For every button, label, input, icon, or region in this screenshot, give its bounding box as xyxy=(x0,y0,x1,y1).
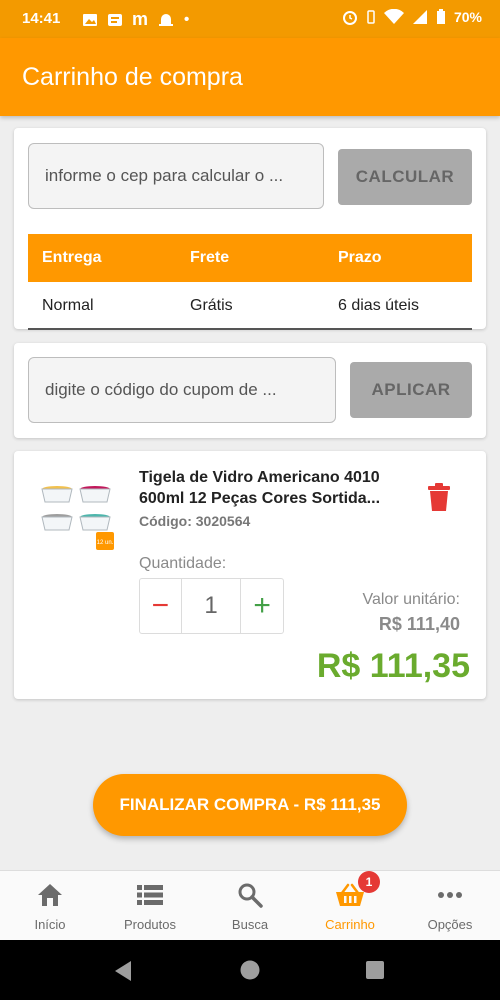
header-freight: Frete xyxy=(190,249,230,266)
product-thumbnail[interactable]: 12 un. xyxy=(40,484,116,554)
delete-item-icon[interactable] xyxy=(428,483,450,511)
app-m-icon: m xyxy=(132,9,149,29)
nav-label-cart: Carrinho xyxy=(325,917,375,932)
list-icon xyxy=(137,885,163,905)
shipping-table-header: Entrega Frete Prazo xyxy=(28,234,472,282)
shipping-option-row[interactable]: Normal Grátis 6 dias úteis xyxy=(28,282,472,330)
product-code: Código: 3020564 xyxy=(139,513,251,529)
status-bar: 14:41 m • 70% xyxy=(0,0,500,38)
deadline-value: 6 dias úteis xyxy=(338,297,419,314)
thumbnail-tag: 12 un. xyxy=(97,540,114,546)
more-icon xyxy=(438,892,462,898)
signal-icon xyxy=(412,10,427,24)
coupon-card: digite o código do cupom de ... APLICAR xyxy=(14,343,486,438)
alarm-icon xyxy=(342,11,357,25)
header-deadline: Prazo xyxy=(338,249,382,266)
image-icon xyxy=(83,13,97,26)
nav-label-home: Início xyxy=(34,917,66,932)
finalize-purchase-button[interactable]: FINALIZAR COMPRA - R$ 111,35 xyxy=(93,774,407,836)
notification-bell-icon xyxy=(159,14,174,26)
quantity-stepper: − 1 + xyxy=(139,578,284,634)
status-time: 14:41 xyxy=(22,10,61,27)
recents-icon[interactable] xyxy=(366,961,384,979)
wifi-icon xyxy=(383,9,404,24)
nav-item-cart[interactable]: 1 Carrinho xyxy=(300,871,400,941)
app-bar: Carrinho de compra xyxy=(0,38,500,116)
home-nav-icon[interactable] xyxy=(240,960,260,980)
vibrate-icon xyxy=(367,10,375,24)
quantity-value[interactable]: 1 xyxy=(182,579,242,633)
calculate-button[interactable]: CALCULAR xyxy=(338,149,472,205)
cart-count-badge: 1 xyxy=(358,871,380,893)
quantity-label: Quantidade: xyxy=(139,555,227,572)
notification-icons: m • xyxy=(82,9,189,30)
coupon-input[interactable]: digite o código do cupom de ... xyxy=(28,357,336,423)
dot-icon: • xyxy=(184,11,190,28)
delivery-type: Normal xyxy=(42,297,94,314)
freight-value: Grátis xyxy=(190,297,233,314)
back-icon[interactable] xyxy=(113,960,133,982)
header-delivery: Entrega xyxy=(42,249,102,266)
increase-quantity-button[interactable]: + xyxy=(241,579,283,633)
message-icon xyxy=(108,13,122,26)
page-title: Carrinho de compra xyxy=(22,63,243,91)
cep-input[interactable]: informe o cep para calcular o ... xyxy=(28,143,324,209)
nav-label-products: Produtos xyxy=(123,917,177,932)
unit-price: R$ 111,40 xyxy=(378,614,460,634)
decrease-quantity-button[interactable]: − xyxy=(140,579,182,633)
system-navigation-bar xyxy=(0,940,500,1000)
nav-label-search: Busca xyxy=(231,917,269,932)
nav-item-products[interactable]: Produtos xyxy=(100,871,200,941)
battery-percent: 70% xyxy=(453,9,482,25)
search-icon xyxy=(238,883,263,908)
cart-item-card: 12 un. Tigela de Vidro Americano 4010 60… xyxy=(14,451,486,699)
item-total-price: R$ 111,35 xyxy=(316,647,470,685)
shipping-card: informe o cep para calcular o ... CALCUL… xyxy=(14,128,486,330)
bottom-navigation: Início Produtos Busca 1 Carrinho Opções xyxy=(0,870,500,940)
home-icon xyxy=(38,884,62,906)
nav-item-options[interactable]: Opções xyxy=(400,871,500,941)
nav-item-search[interactable]: Busca xyxy=(200,871,300,941)
battery-icon xyxy=(436,9,445,24)
unit-price-label: Valor unitário: xyxy=(362,591,460,608)
apply-coupon-button[interactable]: APLICAR xyxy=(350,362,472,418)
nav-item-home[interactable]: Início xyxy=(0,871,100,941)
nav-label-options: Opções xyxy=(427,917,473,932)
product-title[interactable]: Tigela de Vidro Americano 4010 600ml 12 … xyxy=(139,467,424,509)
system-icons: 70% xyxy=(342,9,482,25)
